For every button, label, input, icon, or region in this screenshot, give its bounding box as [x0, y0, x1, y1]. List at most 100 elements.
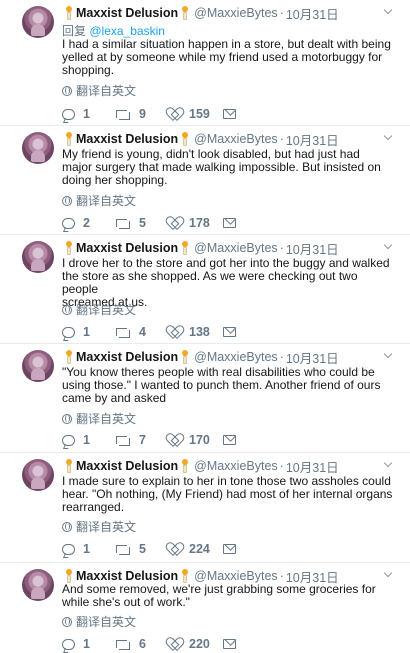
translate-label: 翻译自英文: [76, 412, 137, 426]
username[interactable]: @MaxxieBytes: [194, 459, 278, 473]
direct-message-button[interactable]: [223, 544, 236, 554]
like-button[interactable]: 224: [168, 542, 223, 556]
reply-button[interactable]: 1: [62, 542, 115, 556]
retweet-button[interactable]: 9: [115, 107, 168, 121]
username[interactable]: @MaxxieBytes: [194, 6, 278, 20]
direct-message-button[interactable]: [223, 109, 236, 119]
translate-link[interactable]: 翻译自英文: [62, 301, 136, 318]
like-button[interactable]: 170: [168, 433, 223, 447]
retweet-count: 7: [139, 433, 146, 447]
username[interactable]: @MaxxieBytes: [194, 241, 278, 255]
avatar[interactable]: [22, 132, 54, 164]
reply-button[interactable]: 1: [62, 433, 115, 447]
avatar[interactable]: [22, 241, 54, 273]
separator-dot: ·: [279, 569, 284, 583]
reply-button[interactable]: 1: [62, 107, 115, 121]
timestamp[interactable]: 10月31日: [286, 457, 339, 476]
direct-message-button[interactable]: [223, 435, 236, 445]
tweet-text: And some removed, we're just grabbing so…: [62, 583, 394, 609]
retweet-count: 4: [139, 325, 146, 339]
chevron-down-icon[interactable]: [382, 5, 394, 17]
translate-link[interactable]: 翻译自英文: [62, 82, 136, 99]
tweet-text-line: came by and asked: [62, 391, 167, 405]
retweet-button[interactable]: 5: [115, 216, 168, 230]
timestamp[interactable]: 10月31日: [286, 239, 339, 258]
direct-message-button[interactable]: [223, 327, 236, 337]
timestamp[interactable]: 10月31日: [286, 4, 339, 23]
candle-emoji-icon: [180, 4, 190, 20]
retweet-button[interactable]: 6: [115, 637, 168, 651]
display-name[interactable]: Maxxist Delusion: [76, 569, 178, 583]
globe-icon: [62, 521, 72, 532]
tweet[interactable]: Maxxist Delusion @MaxxieBytes · 10月31日 M…: [0, 126, 410, 235]
retweet-button[interactable]: 4: [115, 325, 168, 339]
envelope-icon: [223, 218, 236, 228]
retweet-button[interactable]: 5: [115, 542, 168, 556]
separator-dot: ·: [279, 350, 284, 364]
reply-mention-link[interactable]: @lexa_baskin: [89, 24, 165, 38]
heart-icon: [168, 108, 181, 120]
like-button[interactable]: 138: [168, 325, 223, 339]
translate-link[interactable]: 翻译自英文: [62, 518, 136, 535]
timestamp[interactable]: 10月31日: [286, 130, 339, 149]
reply-icon: [62, 543, 75, 555]
display-name[interactable]: Maxxist Delusion: [76, 459, 178, 473]
like-count: 159: [189, 107, 210, 121]
reply-count: 1: [83, 637, 90, 651]
reply-prefix: 回复: [62, 24, 87, 38]
username[interactable]: @MaxxieBytes: [194, 569, 278, 583]
candle-emoji-icon: [64, 567, 74, 583]
like-button[interactable]: 159: [168, 107, 223, 121]
retweet-button[interactable]: 7: [115, 433, 168, 447]
translate-label: 翻译自英文: [76, 615, 137, 629]
tweet[interactable]: Maxxist Delusion @MaxxieBytes · 10月31日 A…: [0, 563, 410, 651]
username[interactable]: @MaxxieBytes: [194, 132, 278, 146]
display-name[interactable]: Maxxist Delusion: [76, 6, 178, 20]
candle-emoji-icon: [180, 457, 190, 473]
avatar[interactable]: [22, 459, 54, 491]
translate-link[interactable]: 翻译自英文: [62, 410, 136, 427]
tweet-text: I had a similar situation happen in a st…: [62, 38, 394, 77]
tweet-text-line: doing her shopping.: [62, 173, 168, 187]
tweet[interactable]: Maxxist Delusion @MaxxieBytes · 10月31日 I…: [0, 235, 410, 344]
chevron-down-icon[interactable]: [382, 240, 394, 252]
candle-emoji-icon: [180, 567, 190, 583]
tweet[interactable]: Maxxist Delusion @MaxxieBytes · 10月31日 I…: [0, 453, 410, 563]
reply-button[interactable]: 2: [62, 216, 115, 230]
avatar[interactable]: [22, 569, 54, 601]
display-name[interactable]: Maxxist Delusion: [76, 132, 178, 146]
direct-message-button[interactable]: [223, 218, 236, 228]
like-button[interactable]: 220: [168, 637, 223, 651]
chevron-down-icon[interactable]: [382, 349, 394, 361]
chevron-down-icon[interactable]: [382, 458, 394, 470]
heart-icon: [168, 326, 181, 338]
translate-link[interactable]: 翻译自英文: [62, 192, 136, 209]
retweet-icon: [115, 109, 131, 120]
tweet[interactable]: Maxxist Delusion @MaxxieBytes · 10月31日 "…: [0, 344, 410, 453]
avatar[interactable]: [22, 6, 54, 38]
tweet[interactable]: Maxxist Delusion @MaxxieBytes · 10月31日 回…: [0, 0, 410, 126]
display-name[interactable]: Maxxist Delusion: [76, 350, 178, 364]
reply-button[interactable]: 1: [62, 637, 115, 651]
globe-icon: [62, 85, 72, 96]
translate-link[interactable]: 翻译自英文: [62, 613, 136, 630]
display-name[interactable]: Maxxist Delusion: [76, 241, 178, 255]
action-bar: 1 9 159: [62, 106, 236, 122]
action-bar: 1 4 138: [62, 324, 236, 340]
chevron-down-icon[interactable]: [382, 131, 394, 143]
envelope-icon: [223, 544, 236, 554]
separator-dot: ·: [279, 6, 284, 20]
reply-button[interactable]: 1: [62, 325, 115, 339]
chevron-down-icon[interactable]: [382, 568, 394, 580]
tweet-text: My friend is young, didn't look disabled…: [62, 148, 394, 187]
username[interactable]: @MaxxieBytes: [194, 350, 278, 364]
avatar[interactable]: [22, 350, 54, 382]
envelope-icon: [223, 109, 236, 119]
candle-emoji-icon: [64, 130, 74, 146]
retweet-icon: [115, 435, 131, 446]
timestamp[interactable]: 10月31日: [286, 348, 339, 367]
envelope-icon: [223, 435, 236, 445]
like-button[interactable]: 178: [168, 216, 223, 230]
translate-label: 翻译自英文: [76, 84, 137, 98]
translate-label: 翻译自英文: [76, 194, 137, 208]
